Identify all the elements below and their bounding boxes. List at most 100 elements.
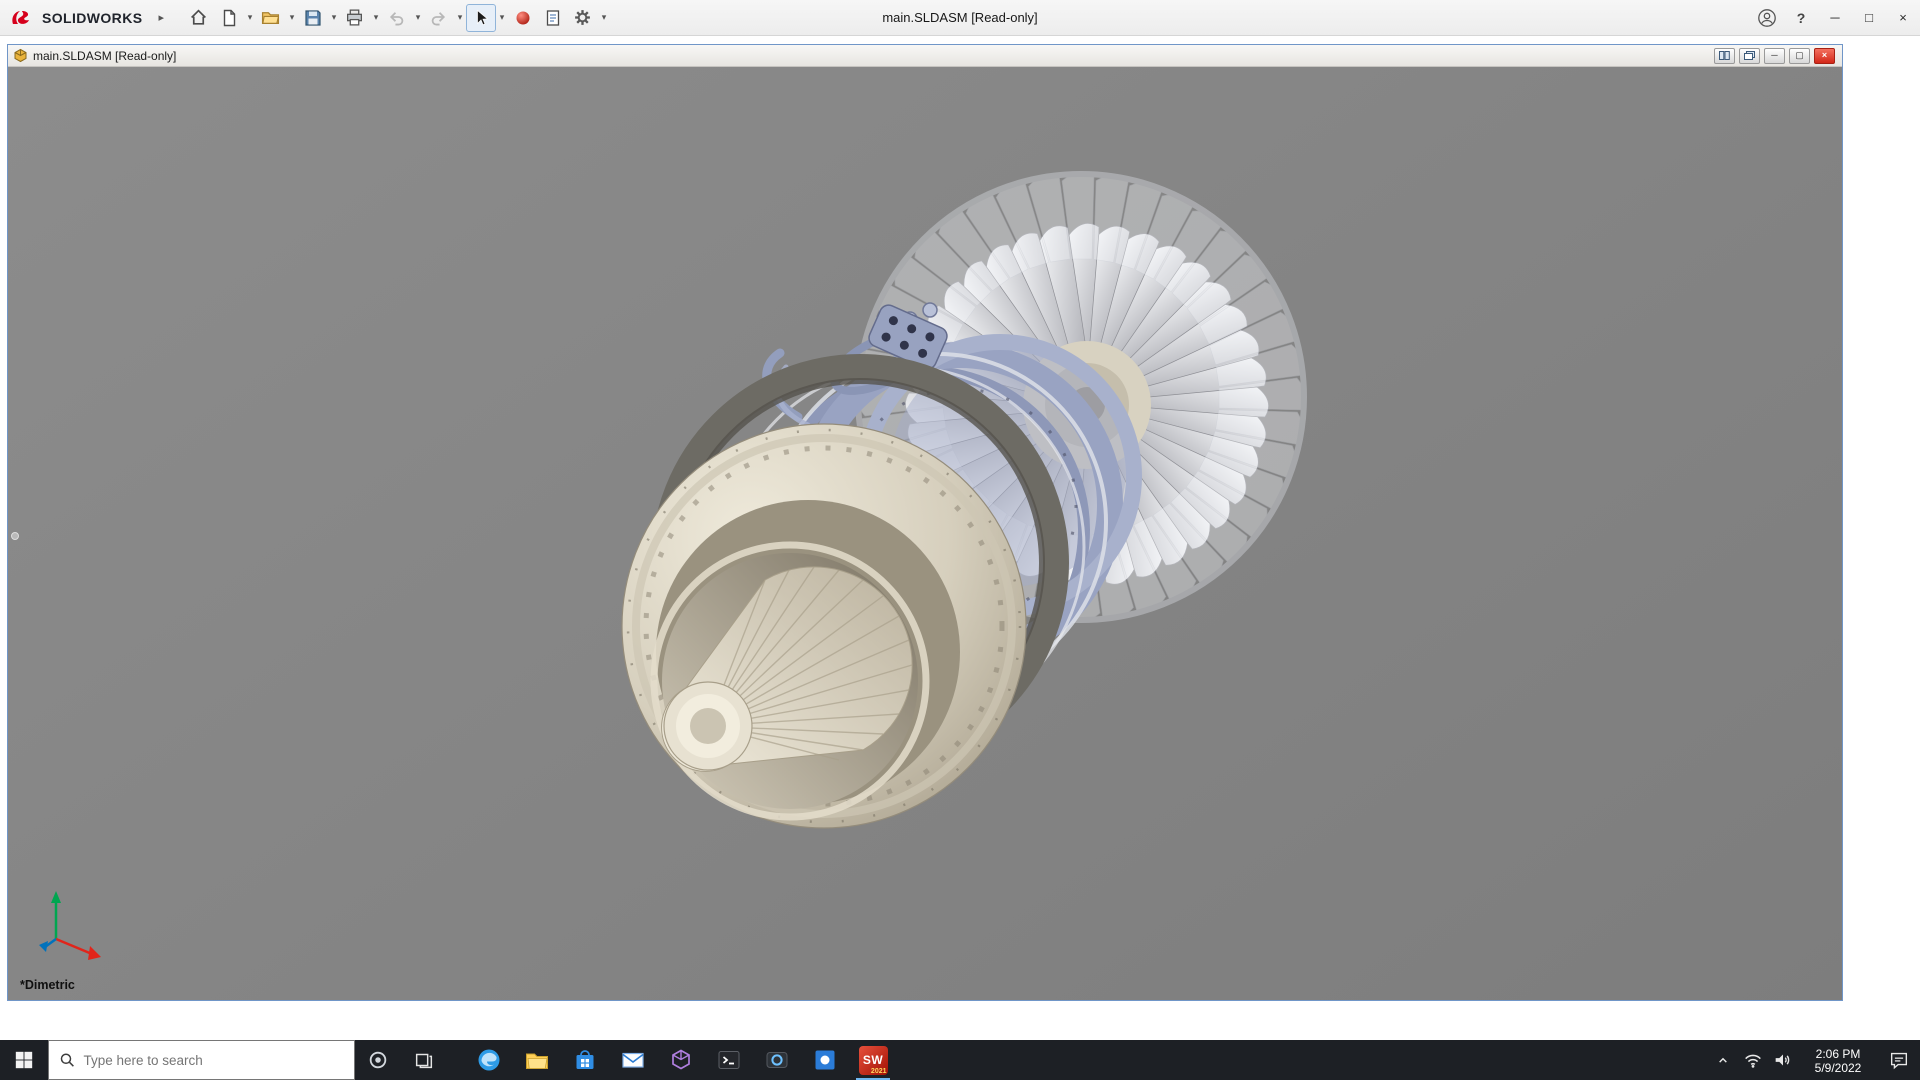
- taskbar-search[interactable]: [48, 1040, 355, 1080]
- windows-logo-icon: [15, 1051, 33, 1069]
- document-title: main.SLDASM [Read-only]: [33, 48, 177, 63]
- cascade-windows-icon: [1744, 51, 1755, 60]
- taskbar-store-button[interactable]: [561, 1040, 609, 1080]
- orientation-triad[interactable]: [39, 891, 101, 960]
- task-view-icon: [415, 1053, 433, 1069]
- volume-button[interactable]: [1768, 1049, 1798, 1071]
- child-close-button[interactable]: ×: [1814, 47, 1835, 64]
- taskbar-camera-button[interactable]: [753, 1040, 801, 1080]
- view-orientation-label: *Dimetric: [20, 978, 75, 992]
- options-caret[interactable]: ▾: [598, 12, 610, 23]
- open-caret[interactable]: ▾: [286, 12, 298, 23]
- undo-caret[interactable]: ▾: [412, 12, 424, 23]
- document-window-titlebar[interactable]: main.SLDASM [Read-only] ─ ▢ ×: [8, 45, 1842, 67]
- search-input[interactable]: [83, 1052, 344, 1068]
- redo-caret[interactable]: ▾: [454, 12, 466, 23]
- pinned-apps: SW 2021: [465, 1040, 897, 1080]
- hidden-icons-button[interactable]: [1708, 1050, 1738, 1070]
- solidworks-logo-icon: [12, 10, 29, 24]
- redo-button[interactable]: [424, 4, 454, 32]
- new-document-caret[interactable]: ▾: [244, 12, 256, 23]
- toolbar: ▾ ▾ ▾ ▾ ▾ ▾ ▾ ▾: [184, 3, 610, 32]
- terminal-icon: [718, 1051, 740, 1069]
- account-icon: [1758, 8, 1776, 27]
- action-center-button[interactable]: [1878, 1049, 1920, 1071]
- tile-windows-button[interactable]: [1714, 47, 1735, 64]
- tile-windows-icon: [1719, 51, 1730, 60]
- taskbar-clock[interactable]: 2:06 PM 5/9/2022: [1798, 1046, 1878, 1075]
- file-explorer-icon: [526, 1053, 548, 1069]
- mail-icon: [622, 1052, 644, 1068]
- record-macro-button[interactable]: [508, 4, 538, 32]
- speaker-icon: [1775, 1054, 1790, 1066]
- file-properties-icon: [546, 9, 560, 26]
- new-document-icon: [223, 9, 236, 26]
- cortana-button[interactable]: [355, 1040, 401, 1080]
- taskbar-edge-button[interactable]: [465, 1040, 513, 1080]
- save-caret[interactable]: ▾: [328, 12, 340, 23]
- task-view-button[interactable]: [401, 1040, 447, 1080]
- document-window-controls: ─ ▢ ×: [1714, 47, 1837, 64]
- search-icon: [60, 1053, 74, 1067]
- print-caret[interactable]: ▾: [370, 12, 382, 23]
- file-properties-button[interactable]: [538, 4, 568, 32]
- solidworks-year-text: 2021: [870, 1067, 887, 1075]
- app-menubar: SOLIDWORKS ▸ ▾ ▾ ▾ ▾ ▾ ▾ ▾ ▾ main.SLDASM…: [0, 0, 1920, 36]
- home-button[interactable]: [184, 4, 214, 32]
- wifi-icon: [1745, 1054, 1761, 1068]
- desktop: SOLIDWORKS ▸ ▾ ▾ ▾ ▾ ▾ ▾ ▾ ▾ main.SLDASM…: [0, 0, 1920, 1080]
- minimize-button[interactable]: ─: [1818, 0, 1852, 36]
- cascade-windows-button[interactable]: [1739, 47, 1760, 64]
- redo-icon: [432, 12, 446, 26]
- maximize-button[interactable]: □: [1852, 0, 1886, 36]
- help-button[interactable]: ?: [1784, 0, 1818, 36]
- solidworks-taskbar-icon: SW 2021: [858, 1045, 888, 1075]
- pane-toggle-handle[interactable]: [11, 532, 19, 540]
- taskbar-file-explorer-button[interactable]: [513, 1040, 561, 1080]
- print-button[interactable]: [340, 4, 370, 32]
- account-button[interactable]: [1750, 0, 1784, 36]
- windows-taskbar: SW 2021: [0, 1040, 1920, 1080]
- taskbar-mail-button[interactable]: [609, 1040, 657, 1080]
- cortana-icon: [369, 1051, 387, 1069]
- close-button[interactable]: ×: [1886, 0, 1920, 36]
- undo-icon: [390, 12, 404, 26]
- store-icon: [576, 1050, 594, 1069]
- save-icon: [305, 9, 321, 26]
- save-button[interactable]: [298, 4, 328, 32]
- edge-icon: [478, 1049, 500, 1071]
- chevron-up-icon: [1719, 1057, 1727, 1063]
- select-tool-button[interactable]: [465, 3, 496, 32]
- document-window: main.SLDASM [Read-only] ─ ▢ × *Dimetric: [7, 44, 1843, 1001]
- open-button[interactable]: [256, 4, 286, 32]
- 3d-viewer-icon: [672, 1049, 690, 1070]
- solidworks-brand: SOLIDWORKS: [10, 8, 142, 28]
- action-center-icon: [1890, 1052, 1908, 1070]
- graphics-viewport[interactable]: *Dimetric: [8, 67, 1842, 1000]
- brand-text: SOLIDWORKS: [42, 9, 143, 26]
- record-sphere-icon: [516, 11, 530, 24]
- engine-3d-model[interactable]: [8, 67, 1842, 1000]
- app-window-controls: ? ─ □ ×: [1750, 0, 1920, 36]
- child-minimize-button[interactable]: ─: [1764, 47, 1785, 64]
- network-button[interactable]: [1738, 1049, 1768, 1071]
- system-tray: 2:06 PM 5/9/2022: [1708, 1040, 1920, 1080]
- select-tool-caret[interactable]: ▾: [496, 12, 508, 23]
- menu-flyout-arrow[interactable]: ▸: [158, 11, 164, 24]
- options-button[interactable]: [568, 4, 598, 32]
- camera-icon: [766, 1052, 788, 1068]
- open-folder-icon: [262, 12, 280, 24]
- taskbar-3d-viewer-button[interactable]: [657, 1040, 705, 1080]
- select-cursor-icon: [477, 9, 489, 25]
- print-icon: [347, 9, 363, 26]
- taskbar-solidworks-button[interactable]: SW 2021: [849, 1040, 897, 1080]
- clock-date: 5/9/2022: [1814, 1060, 1862, 1075]
- taskbar-terminal-button[interactable]: [705, 1040, 753, 1080]
- undo-button[interactable]: [382, 4, 412, 32]
- help-icon: ?: [1796, 9, 1806, 26]
- taskbar-photos-button[interactable]: [801, 1040, 849, 1080]
- new-document-button[interactable]: [214, 4, 244, 32]
- start-button[interactable]: [0, 1040, 48, 1080]
- solidworks-badge-text: SW: [862, 1053, 884, 1067]
- child-restore-button[interactable]: ▢: [1789, 47, 1810, 64]
